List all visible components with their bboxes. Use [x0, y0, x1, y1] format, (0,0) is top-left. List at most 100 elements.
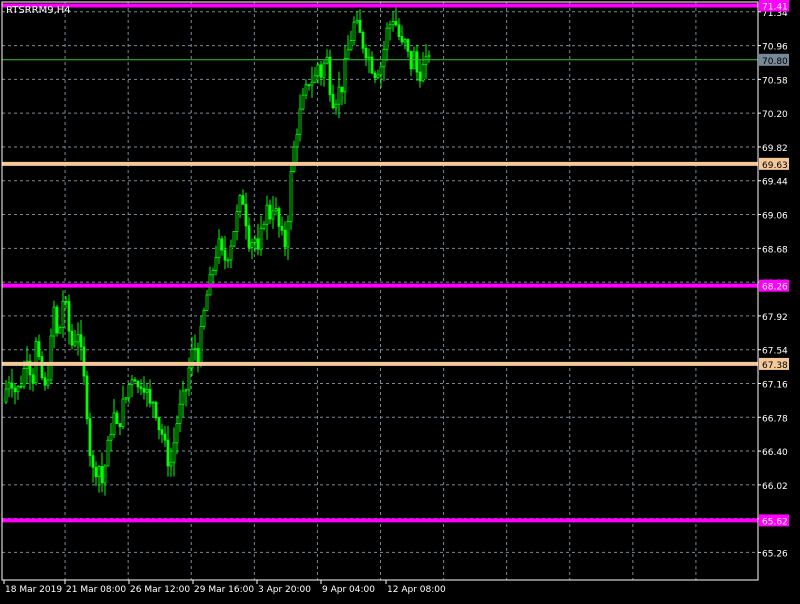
candle-body	[361, 32, 365, 49]
candle	[58, 325, 62, 334]
candle-body	[67, 301, 71, 332]
candle-body	[169, 461, 173, 467]
candle-body	[199, 326, 203, 366]
candle-body	[82, 346, 86, 377]
candle-body	[106, 439, 110, 467]
candle-body	[382, 48, 386, 68]
candle	[49, 328, 53, 384]
candle	[289, 163, 293, 230]
candle-body	[43, 377, 47, 386]
y-tick-label: 70.58	[762, 76, 788, 86]
candle-body	[379, 66, 383, 76]
candle-body	[346, 49, 350, 59]
x-tick-label: 9 Apr 04:00	[322, 585, 375, 595]
candle-body	[403, 39, 407, 43]
candle-body	[334, 103, 338, 109]
y-tick-label: 66.78	[762, 414, 788, 424]
y-tick-label: 67.92	[762, 313, 788, 323]
chart-window[interactable]: 71.34 70.96 70.58 70.20 69.82 69.44 69.06 68.68…	[0, 0, 800, 600]
candle-body	[100, 466, 104, 484]
y-tick-label: 69.06	[762, 212, 788, 222]
candle-body	[139, 386, 143, 389]
level-price-label: 65.62	[762, 517, 788, 527]
candle-body	[376, 74, 380, 79]
candle	[328, 49, 332, 102]
candle-body	[289, 171, 293, 222]
candle-body	[298, 108, 302, 135]
candle-body	[373, 72, 377, 79]
candle-body	[328, 56, 332, 95]
price-chart[interactable]: 71.3470.9670.5870.2069.8269.4469.0668.68…	[0, 0, 800, 600]
candle-body	[283, 229, 287, 248]
candle-body	[79, 334, 83, 348]
candle-body	[406, 39, 410, 52]
candle-body	[220, 238, 224, 251]
candle-body	[142, 388, 146, 393]
candle-body	[391, 21, 395, 26]
candle-body	[124, 397, 128, 400]
candle-body	[55, 306, 59, 334]
y-tick-label: 70.96	[762, 43, 788, 53]
y-tick-label: 65.26	[762, 549, 788, 559]
candle-body	[397, 24, 401, 37]
candle-body	[268, 204, 272, 220]
candle-body	[226, 259, 230, 262]
candle	[106, 436, 110, 467]
candle-body	[157, 417, 161, 431]
candle-body	[175, 423, 179, 444]
candle-body	[253, 238, 257, 243]
y-tick-label: 66.02	[762, 482, 788, 492]
candle-body	[202, 309, 206, 327]
candle-body	[160, 429, 164, 435]
candle-body	[16, 385, 20, 393]
candle-body	[232, 231, 236, 247]
y-tick-label: 66.40	[762, 448, 788, 458]
candle-body	[337, 86, 341, 105]
candle-body	[97, 466, 101, 478]
candle-body	[151, 401, 155, 404]
x-tick-label: 21 Mar 08:00	[66, 585, 126, 595]
candle-body	[163, 433, 167, 441]
candle-body	[241, 195, 245, 205]
candle-body	[427, 54, 431, 58]
candle	[34, 337, 38, 386]
candle-body	[319, 64, 323, 78]
candle-body	[394, 21, 398, 26]
level-price-label: 68.26	[762, 283, 788, 293]
candle	[154, 401, 158, 421]
candle-body	[211, 270, 215, 276]
candle	[202, 307, 206, 330]
candle-body	[115, 412, 119, 424]
candle-body	[109, 433, 113, 441]
y-tick-label: 70.20	[762, 110, 788, 120]
candle-body	[145, 389, 149, 393]
level-price-label: 71.41	[762, 3, 788, 13]
candle-body	[352, 21, 356, 42]
candle-body	[136, 380, 140, 388]
candle-body	[70, 330, 74, 346]
candle-body	[40, 356, 44, 379]
candle-body	[121, 398, 125, 428]
candle-body	[415, 51, 419, 73]
chart-title: RTSRRM9,H4	[6, 5, 71, 16]
candle-body	[85, 375, 89, 420]
candle-body	[181, 390, 185, 405]
candle-body	[61, 300, 65, 328]
candle-body	[130, 379, 134, 385]
chart-background	[0, 0, 800, 600]
candle-body	[13, 387, 17, 393]
level-price-label: 69.63	[762, 161, 788, 171]
candle-body	[421, 63, 425, 82]
candle-body	[343, 58, 347, 93]
candle-body	[310, 81, 314, 86]
candle-body	[250, 241, 254, 248]
candle	[232, 231, 236, 248]
candle-body	[307, 84, 311, 87]
x-tick-label: 12 Apr 08:00	[387, 585, 446, 595]
candle-body	[133, 379, 137, 382]
y-tick-label: 67.54	[762, 347, 788, 357]
candle-body	[271, 210, 275, 220]
x-tick-label: 29 Mar 16:00	[194, 585, 254, 595]
candle-body	[184, 389, 188, 392]
candle-body	[154, 401, 158, 419]
